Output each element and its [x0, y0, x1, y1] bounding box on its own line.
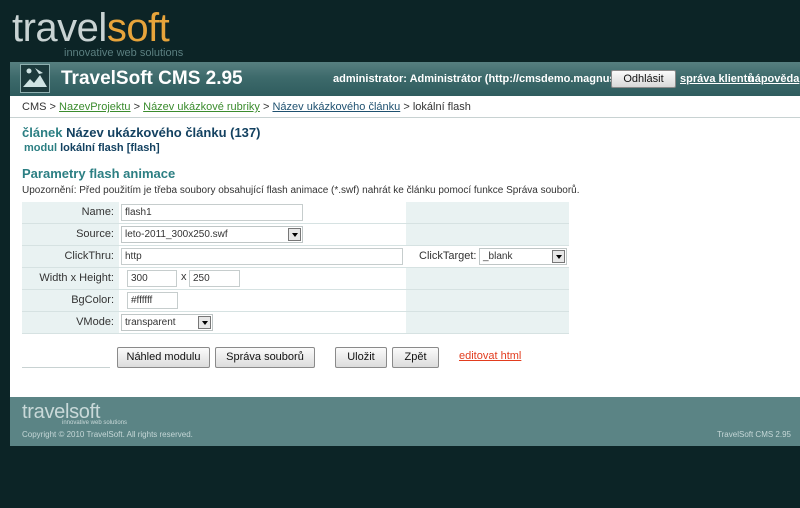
brand-name-part2: soft — [106, 6, 170, 50]
clickthru-label: ClickThru: — [22, 246, 119, 267]
brand-name-part1: travel — [12, 6, 107, 50]
form-row-source: Source: leto-2011_300x250.swf — [22, 224, 569, 246]
app-logo-icon — [20, 64, 50, 93]
source-select[interactable]: leto-2011_300x250.swf — [121, 226, 303, 243]
bgcolor-input[interactable]: #ffffff — [127, 292, 178, 309]
breadcrumb-separator: > — [262, 101, 270, 113]
footer-version: TravelSoft CMS 2.95 — [717, 430, 791, 439]
source-value: leto-2011_300x250.swf — [125, 229, 228, 240]
form-row-vmode: VMode: transparent — [22, 312, 569, 334]
chevron-down-icon — [288, 228, 301, 241]
form-row-bgcolor: BgColor: #ffffff — [22, 290, 569, 312]
footer: travelsoft innovative web solutions Copy… — [10, 397, 800, 446]
main-content: CMS > NazevProjektu > Název ukázkové rub… — [10, 96, 800, 397]
bgcolor-label: BgColor: — [22, 290, 119, 311]
breadcrumb-separator: > — [49, 101, 56, 113]
vmode-label: VMode: — [22, 312, 119, 333]
app-title: TravelSoft CMS 2.95 — [61, 68, 243, 89]
breadcrumb-separator: > — [403, 101, 410, 113]
warning-text: Upozornění: Před použitím je třeba soubo… — [22, 185, 580, 196]
brand-tagline: innovative web solutions — [64, 47, 184, 59]
size-separator: x — [181, 271, 187, 283]
vmode-value: transparent — [125, 317, 176, 328]
save-button[interactable]: Uložit — [335, 347, 387, 368]
size-label: Width x Height: — [22, 268, 119, 289]
breadcrumb-project[interactable]: NazevProjektu — [59, 101, 131, 113]
breadcrumb-article[interactable]: Název ukázkového článku — [272, 101, 400, 113]
module-title: lokální flash [flash] — [60, 142, 160, 154]
footer-tagline: innovative web solutions — [62, 420, 128, 426]
module-label: modul — [24, 142, 57, 154]
width-input[interactable]: 300 — [127, 270, 177, 287]
logout-button[interactable]: Odhlásit — [611, 70, 676, 88]
footer-copyright: Copyright © 2010 TravelSoft. All rights … — [22, 430, 193, 439]
header-bar: TravelSoft CMS 2.95 administrator: Admin… — [10, 62, 800, 96]
breadcrumb-separator: > — [133, 101, 141, 113]
user-info: administrator: Administrátor (http://cms… — [333, 73, 641, 85]
flash-params-form: Name: flash1 Source: leto-2011_300x250.s… — [22, 202, 569, 335]
divider — [22, 367, 110, 368]
breadcrumb: CMS > NazevProjektu > Název ukázkové rub… — [22, 101, 471, 113]
file-manager-button[interactable]: Správa souborů — [215, 347, 315, 368]
form-row-size: Width x Height: 300 x 250 — [22, 268, 569, 290]
clicktarget-select[interactable]: _blank — [479, 248, 567, 265]
article-label: článek — [22, 125, 63, 140]
clicktarget-value: _blank — [483, 251, 513, 262]
article-title: Název ukázkového článku (137) — [66, 125, 261, 140]
breadcrumb-section[interactable]: Název ukázkové rubriky — [143, 101, 260, 113]
form-row-name: Name: flash1 — [22, 202, 569, 224]
breadcrumb-current: lokální flash — [412, 101, 471, 113]
header-link-help[interactable]: nápověda — [748, 73, 799, 85]
module-heading: modul lokální flash [flash] — [24, 142, 160, 154]
name-label: Name: — [22, 202, 119, 223]
clickthru-input[interactable]: http — [121, 248, 403, 265]
breadcrumb-root: CMS — [22, 101, 47, 113]
clicktarget-label: ClickTarget: — [419, 250, 477, 262]
back-button[interactable]: Zpět — [392, 347, 439, 368]
divider — [10, 117, 800, 118]
section-title: Parametry flash animace — [22, 166, 176, 181]
vmode-select[interactable]: transparent — [121, 314, 213, 331]
height-input[interactable]: 250 — [189, 270, 240, 287]
form-row-clickthru: ClickThru: http ClickTarget: _blank — [22, 246, 569, 268]
edit-html-link[interactable]: editovat html — [459, 350, 521, 362]
brand-logo: travelsoft innovative web solutions — [12, 6, 183, 62]
source-label: Source: — [22, 224, 119, 245]
chevron-down-icon — [198, 316, 211, 329]
preview-module-button[interactable]: Náhled modulu — [117, 347, 210, 368]
name-input[interactable]: flash1 — [121, 204, 303, 221]
chevron-down-icon — [552, 250, 565, 263]
header-link-clients[interactable]: správa klientů — [680, 73, 754, 85]
article-heading: článek Název ukázkového článku (137) — [22, 125, 260, 140]
